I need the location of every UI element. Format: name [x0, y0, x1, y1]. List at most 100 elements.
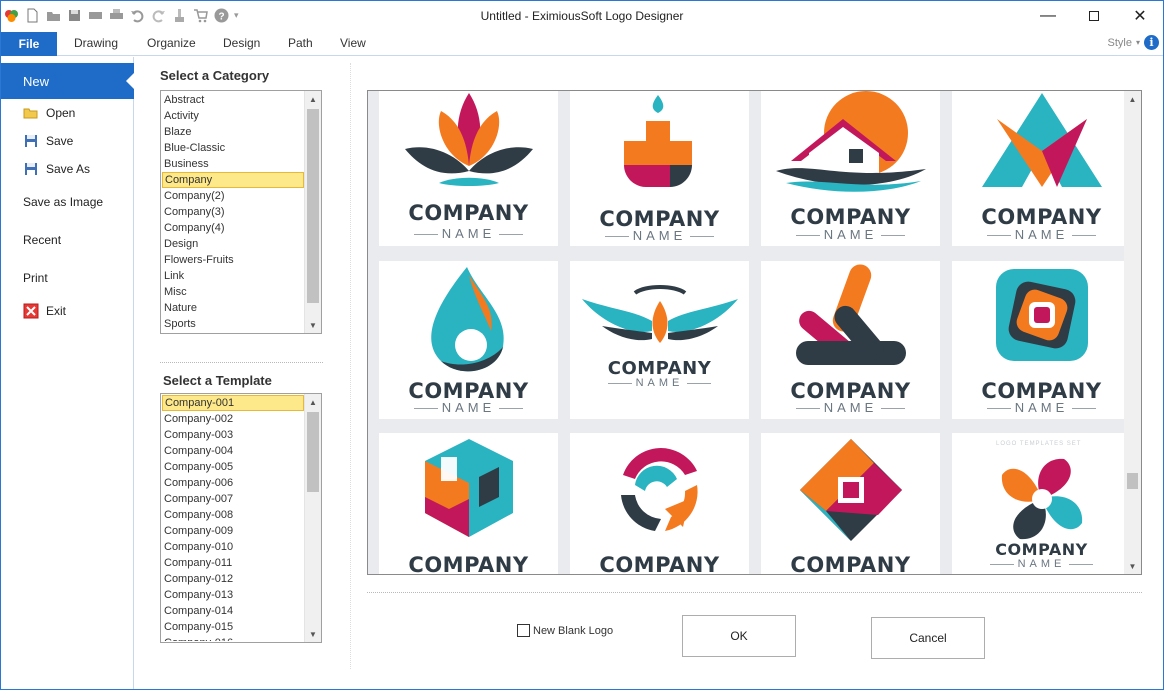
menu-new[interactable]: New	[1, 63, 135, 99]
category-item[interactable]: Misc	[162, 284, 304, 300]
logo-tile-009[interactable]: COMPANY	[379, 433, 558, 575]
company-text: COMPANY	[790, 553, 911, 575]
logo-tile-002[interactable]: COMPANY NAME	[570, 91, 749, 246]
template-scrollbar[interactable]: ▲ ▼	[304, 394, 321, 642]
category-items: Abstract Activity Blaze Blue-Classic Busines…	[162, 92, 304, 332]
name-text: NAME	[570, 228, 749, 243]
gallery-scrollbar[interactable]: ▲ ▼	[1124, 91, 1141, 574]
template-item[interactable]: Company-009	[162, 523, 304, 539]
template-item[interactable]: Company-001	[162, 395, 304, 411]
tab-organize[interactable]: Organize	[147, 36, 196, 50]
new-blank-logo-checkbox[interactable]	[517, 624, 530, 637]
tab-file[interactable]: File	[1, 32, 57, 56]
medical-cross-logo-icon	[624, 95, 692, 187]
category-item[interactable]: Company(4)	[162, 220, 304, 236]
category-item[interactable]: Blue-Classic	[162, 140, 304, 156]
template-item[interactable]: Company-008	[162, 507, 304, 523]
template-item[interactable]: Company-013	[162, 587, 304, 603]
template-item[interactable]: Company-004	[162, 443, 304, 459]
category-item[interactable]: Business	[162, 156, 304, 172]
scroll-down-icon[interactable]: ▼	[305, 626, 321, 642]
menu-print[interactable]: Print	[1, 271, 48, 285]
info-icon[interactable]: i	[1144, 35, 1159, 50]
template-item[interactable]: Company-003	[162, 427, 304, 443]
flower-swirl-logo-icon	[1001, 458, 1083, 540]
tab-drawing[interactable]: Drawing	[74, 36, 118, 50]
new-blank-logo-option[interactable]: New Blank Logo	[517, 624, 613, 637]
menu-save[interactable]: Save	[1, 133, 73, 149]
name-text: NAME	[761, 400, 940, 415]
logo-tile-001[interactable]: COMPANY NAME	[379, 91, 558, 246]
minimize-button[interactable]: —	[1025, 1, 1071, 31]
tab-view[interactable]: View	[340, 36, 366, 50]
category-list[interactable]: Abstract Activity Blaze Blue-Classic Busines…	[160, 90, 322, 334]
template-item[interactable]: Company-006	[162, 475, 304, 491]
scroll-thumb[interactable]	[1127, 473, 1138, 489]
diamond-logo-icon	[800, 439, 902, 541]
category-item[interactable]: Company(3)	[162, 204, 304, 220]
category-item[interactable]: Design	[162, 236, 304, 252]
exit-icon	[23, 303, 39, 319]
menu-save-as-image[interactable]: Save as Image	[1, 195, 103, 209]
name-text: NAME	[761, 227, 940, 242]
category-scrollbar[interactable]: ▲ ▼	[304, 91, 321, 333]
triangle-v-logo-icon	[982, 93, 1102, 187]
menu-save-as[interactable]: Save As	[1, 161, 90, 177]
logo-tile-011[interactable]: COMPANY	[761, 433, 940, 575]
template-item[interactable]: Company-011	[162, 555, 304, 571]
style-menu[interactable]: Style ▾ i	[1108, 35, 1159, 50]
square-swirl-logo-icon	[996, 269, 1088, 361]
ok-button[interactable]: OK	[682, 615, 796, 657]
menu-recent[interactable]: Recent	[1, 233, 61, 247]
template-item[interactable]: Company-005	[162, 459, 304, 475]
logo-tile-007[interactable]: COMPANY NAME	[761, 261, 940, 419]
category-item[interactable]: Nature	[162, 300, 304, 316]
company-text: COMPANY	[408, 553, 529, 575]
template-item[interactable]: Company-015	[162, 619, 304, 635]
logo-tile-010[interactable]: COMPANY	[570, 433, 749, 574]
template-item[interactable]: Company-014	[162, 603, 304, 619]
scroll-thumb[interactable]	[307, 109, 319, 303]
tab-design[interactable]: Design	[223, 36, 260, 50]
scroll-up-icon[interactable]: ▲	[305, 394, 321, 410]
cancel-button[interactable]: Cancel	[871, 617, 985, 659]
category-item[interactable]: Blaze	[162, 124, 304, 140]
scroll-up-icon[interactable]: ▲	[305, 91, 321, 107]
logo-tile-006[interactable]: COMPANY NAME	[570, 261, 749, 419]
menu-open[interactable]: Open	[1, 105, 75, 121]
maximize-button[interactable]	[1071, 1, 1117, 31]
category-item[interactable]: Abstract	[162, 92, 304, 108]
template-list[interactable]: Company-001 Company-002 Company-003 Company…	[160, 393, 322, 643]
category-item[interactable]: Flowers-Fruits	[162, 252, 304, 268]
menu-exit[interactable]: Exit	[1, 303, 66, 319]
scroll-down-icon[interactable]: ▼	[1124, 558, 1141, 574]
category-item[interactable]: Sports	[162, 316, 304, 332]
divider	[160, 362, 323, 363]
logo-tile-012[interactable]: LOGO TEMPLATES SET COMPANY NAME	[952, 433, 1131, 574]
template-item[interactable]: Company-012	[162, 571, 304, 587]
window-title: Untitled - EximiousSoft Logo Designer	[480, 9, 684, 23]
tab-path[interactable]: Path	[288, 36, 313, 50]
logo-tile-003[interactable]: COMPANY NAME	[761, 91, 940, 246]
scroll-up-icon[interactable]: ▲	[1124, 91, 1141, 107]
logo-tile-005[interactable]: COMPANY NAME	[379, 261, 558, 419]
category-item[interactable]: Activity	[162, 108, 304, 124]
category-item[interactable]: Company	[162, 172, 304, 188]
name-text: NAME	[570, 377, 749, 389]
logo-tile-004[interactable]: COMPANY NAME	[952, 91, 1131, 246]
template-item[interactable]: Company-010	[162, 539, 304, 555]
save-as-icon	[25, 163, 37, 175]
template-item[interactable]: Company-007	[162, 491, 304, 507]
close-button[interactable]: ✕	[1117, 1, 1163, 31]
category-item[interactable]: Company(2)	[162, 188, 304, 204]
template-gallery[interactable]: COMPANY NAME COMPANY NAME COMPANY NAME C…	[367, 90, 1142, 575]
scroll-down-icon[interactable]: ▼	[305, 317, 321, 333]
name-text: NAME	[379, 226, 558, 241]
template-item[interactable]: Company-016	[162, 635, 304, 641]
drop-logo-icon	[431, 267, 504, 372]
scroll-thumb[interactable]	[307, 412, 319, 492]
template-item[interactable]: Company-002	[162, 411, 304, 427]
menu-exit-label: Exit	[46, 304, 67, 318]
logo-tile-008[interactable]: COMPANY NAME	[952, 261, 1131, 419]
category-item[interactable]: Link	[162, 268, 304, 284]
